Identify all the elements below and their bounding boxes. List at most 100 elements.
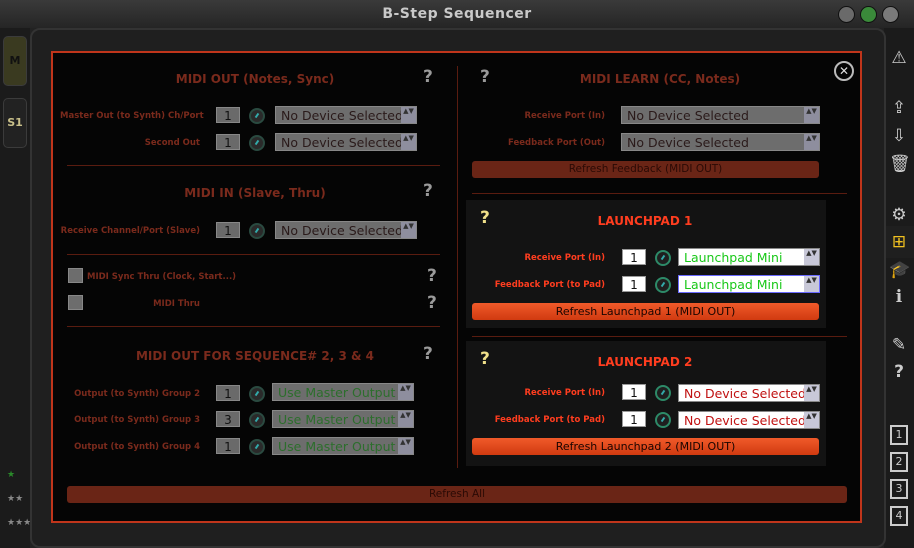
- group-4-label: Output (to Synth) Group 4: [74, 442, 200, 452]
- star-rating-3[interactable]: ★★★: [7, 518, 31, 528]
- lp2-feedback-label: Feedback Port (to Pad): [494, 415, 605, 425]
- midi-thru-help-icon[interactable]: ?: [427, 293, 437, 313]
- master-out-channel[interactable]: 1: [216, 107, 240, 123]
- refresh-launchpad-2-button[interactable]: Refresh Launchpad 2 (MIDI OUT): [472, 438, 819, 455]
- lp1-receive-channel[interactable]: 1: [622, 249, 646, 265]
- divider: [67, 254, 440, 255]
- eraser-icon[interactable]: ✎: [889, 335, 909, 355]
- gear-icon[interactable]: ⚙: [889, 205, 909, 225]
- midi-in-receive-knob[interactable]: [249, 223, 265, 239]
- import-icon[interactable]: ⇩: [889, 126, 909, 146]
- dropdown-arrows-icon: ▲▼: [401, 107, 416, 123]
- learn-feedback-device-select[interactable]: No Device Selected ▲▼: [621, 133, 820, 151]
- group-3-device-value: Use Master Output: [278, 412, 396, 427]
- lp2-receive-channel[interactable]: 1: [622, 384, 646, 400]
- help-icon[interactable]: ?: [889, 362, 909, 382]
- star-rating-1[interactable]: ★: [7, 470, 15, 480]
- learn-receive-device-value: No Device Selected: [627, 108, 749, 123]
- group-2-channel[interactable]: 1: [216, 385, 240, 401]
- lp2-feedback-channel[interactable]: 1: [622, 411, 646, 427]
- launchpad-1-help-icon[interactable]: ?: [480, 208, 490, 228]
- slot-2-icon[interactable]: 2: [890, 452, 908, 472]
- group-4-device-select[interactable]: Use Master Output ▲▼: [272, 437, 414, 455]
- lp1-receive-knob[interactable]: [655, 250, 671, 266]
- dropdown-arrows-icon: ▲▼: [398, 438, 413, 454]
- refresh-all-button[interactable]: Refresh All: [67, 486, 847, 503]
- lp2-feedback-knob[interactable]: [655, 412, 671, 428]
- master-out-device-select[interactable]: No Device Selected ▲▼: [275, 106, 417, 124]
- close-window-button[interactable]: [882, 6, 899, 23]
- midi-thru-checkbox[interactable]: [68, 295, 83, 310]
- mode-button-m[interactable]: M: [3, 36, 27, 86]
- group-2-knob[interactable]: [249, 386, 265, 402]
- seq-out-help-icon[interactable]: ?: [423, 344, 433, 364]
- divider: [472, 336, 847, 337]
- group-4-device-value: Use Master Output: [278, 439, 396, 454]
- master-out-device-value: No Device Selected: [281, 108, 403, 123]
- midi-in-receive-device-select[interactable]: No Device Selected ▲▼: [275, 221, 417, 239]
- master-out-knob[interactable]: [249, 108, 265, 124]
- learn-feedback-label: Feedback Port (Out): [508, 138, 605, 148]
- slot-3-icon[interactable]: 3: [890, 479, 908, 499]
- refresh-launchpad-1-button[interactable]: Refresh Launchpad 1 (MIDI OUT): [472, 303, 819, 320]
- lp1-feedback-knob[interactable]: [655, 277, 671, 293]
- midi-network-icon[interactable]: ⊞: [884, 226, 914, 258]
- midi-out-help-icon[interactable]: ?: [423, 67, 433, 87]
- second-out-label: Second Out: [144, 138, 200, 148]
- dropdown-arrows-icon: ▲▼: [804, 107, 819, 123]
- seq-out-title: MIDI OUT FOR SEQUENCE# 2, 3 & 4: [135, 349, 374, 363]
- lp1-feedback-channel[interactable]: 1: [622, 276, 646, 292]
- maximize-button[interactable]: [860, 6, 877, 23]
- group-3-label: Output (to Synth) Group 3: [74, 415, 200, 425]
- group-2-device-value: Use Master Output: [278, 385, 396, 400]
- close-icon[interactable]: ✕: [834, 61, 854, 81]
- midi-in-receive-channel[interactable]: 1: [216, 222, 240, 238]
- group-3-knob[interactable]: [249, 412, 265, 428]
- midi-in-receive-device-value: No Device Selected: [281, 223, 403, 238]
- trash-icon[interactable]: 🗑: [889, 154, 911, 174]
- sync-thru-help-icon[interactable]: ?: [427, 266, 437, 286]
- midi-in-receive-label: Receive Channel/Port (Slave): [60, 226, 200, 236]
- refresh-feedback-button[interactable]: Refresh Feedback (MIDI OUT): [472, 161, 819, 178]
- midi-in-help-icon[interactable]: ?: [423, 181, 433, 201]
- info-icon[interactable]: i: [889, 287, 909, 307]
- slot-1-icon[interactable]: 1: [890, 425, 908, 445]
- group-4-knob[interactable]: [249, 439, 265, 455]
- learn-hat-icon[interactable]: 🎓: [889, 260, 910, 280]
- lp1-feedback-label: Feedback Port (to Pad): [494, 280, 605, 290]
- divider: [67, 165, 440, 166]
- mode-button-s1[interactable]: S1: [3, 98, 27, 148]
- lp2-receive-knob[interactable]: [655, 385, 671, 401]
- learn-receive-device-select[interactable]: No Device Selected ▲▼: [621, 106, 820, 124]
- midi-learn-title: MIDI LEARN (CC, Notes): [579, 72, 741, 86]
- lp1-receive-device-value: Launchpad Mini: [684, 250, 783, 265]
- midi-learn-help-icon[interactable]: ?: [480, 67, 490, 87]
- second-out-device-select[interactable]: No Device Selected ▲▼: [275, 133, 417, 151]
- group-2-device-select[interactable]: Use Master Output ▲▼: [272, 383, 414, 401]
- midi-in-title: MIDI IN (Slave, Thru): [184, 186, 326, 200]
- lp1-receive-device-select[interactable]: Launchpad Mini ▲▼: [678, 248, 820, 266]
- group-3-device-select[interactable]: Use Master Output ▲▼: [272, 410, 414, 428]
- group-3-channel[interactable]: 3: [216, 411, 240, 427]
- lp2-feedback-device-select[interactable]: No Device Selected ▲▼: [678, 411, 820, 429]
- lp2-receive-device-value: No Device Selected: [684, 386, 806, 401]
- warning-icon[interactable]: ⚠: [889, 48, 909, 68]
- slot-4-icon[interactable]: 4: [890, 506, 908, 526]
- dropdown-arrows-icon: ▲▼: [401, 134, 416, 150]
- lp2-receive-device-select[interactable]: No Device Selected ▲▼: [678, 384, 820, 402]
- group-4-channel[interactable]: 1: [216, 438, 240, 454]
- midi-sync-thru-checkbox[interactable]: [68, 268, 83, 283]
- dropdown-arrows-icon: ▲▼: [401, 222, 416, 238]
- minimize-button[interactable]: [838, 6, 855, 23]
- lp2-feedback-device-value: No Device Selected: [684, 413, 806, 428]
- midi-thru-label: MIDI Thru: [153, 299, 200, 309]
- launchpad-1-title: LAUNCHPAD 1: [597, 214, 693, 228]
- second-out-channel[interactable]: 1: [216, 134, 240, 150]
- group-2-label: Output (to Synth) Group 2: [74, 389, 200, 399]
- lp1-feedback-device-select[interactable]: Launchpad Mini ▲▼: [678, 275, 820, 293]
- second-out-knob[interactable]: [249, 135, 265, 151]
- launchpad-2-help-icon[interactable]: ?: [480, 349, 490, 369]
- dropdown-arrows-icon: ▲▼: [398, 384, 413, 400]
- star-rating-2[interactable]: ★★: [7, 494, 23, 504]
- export-icon[interactable]: ⇪: [889, 98, 909, 118]
